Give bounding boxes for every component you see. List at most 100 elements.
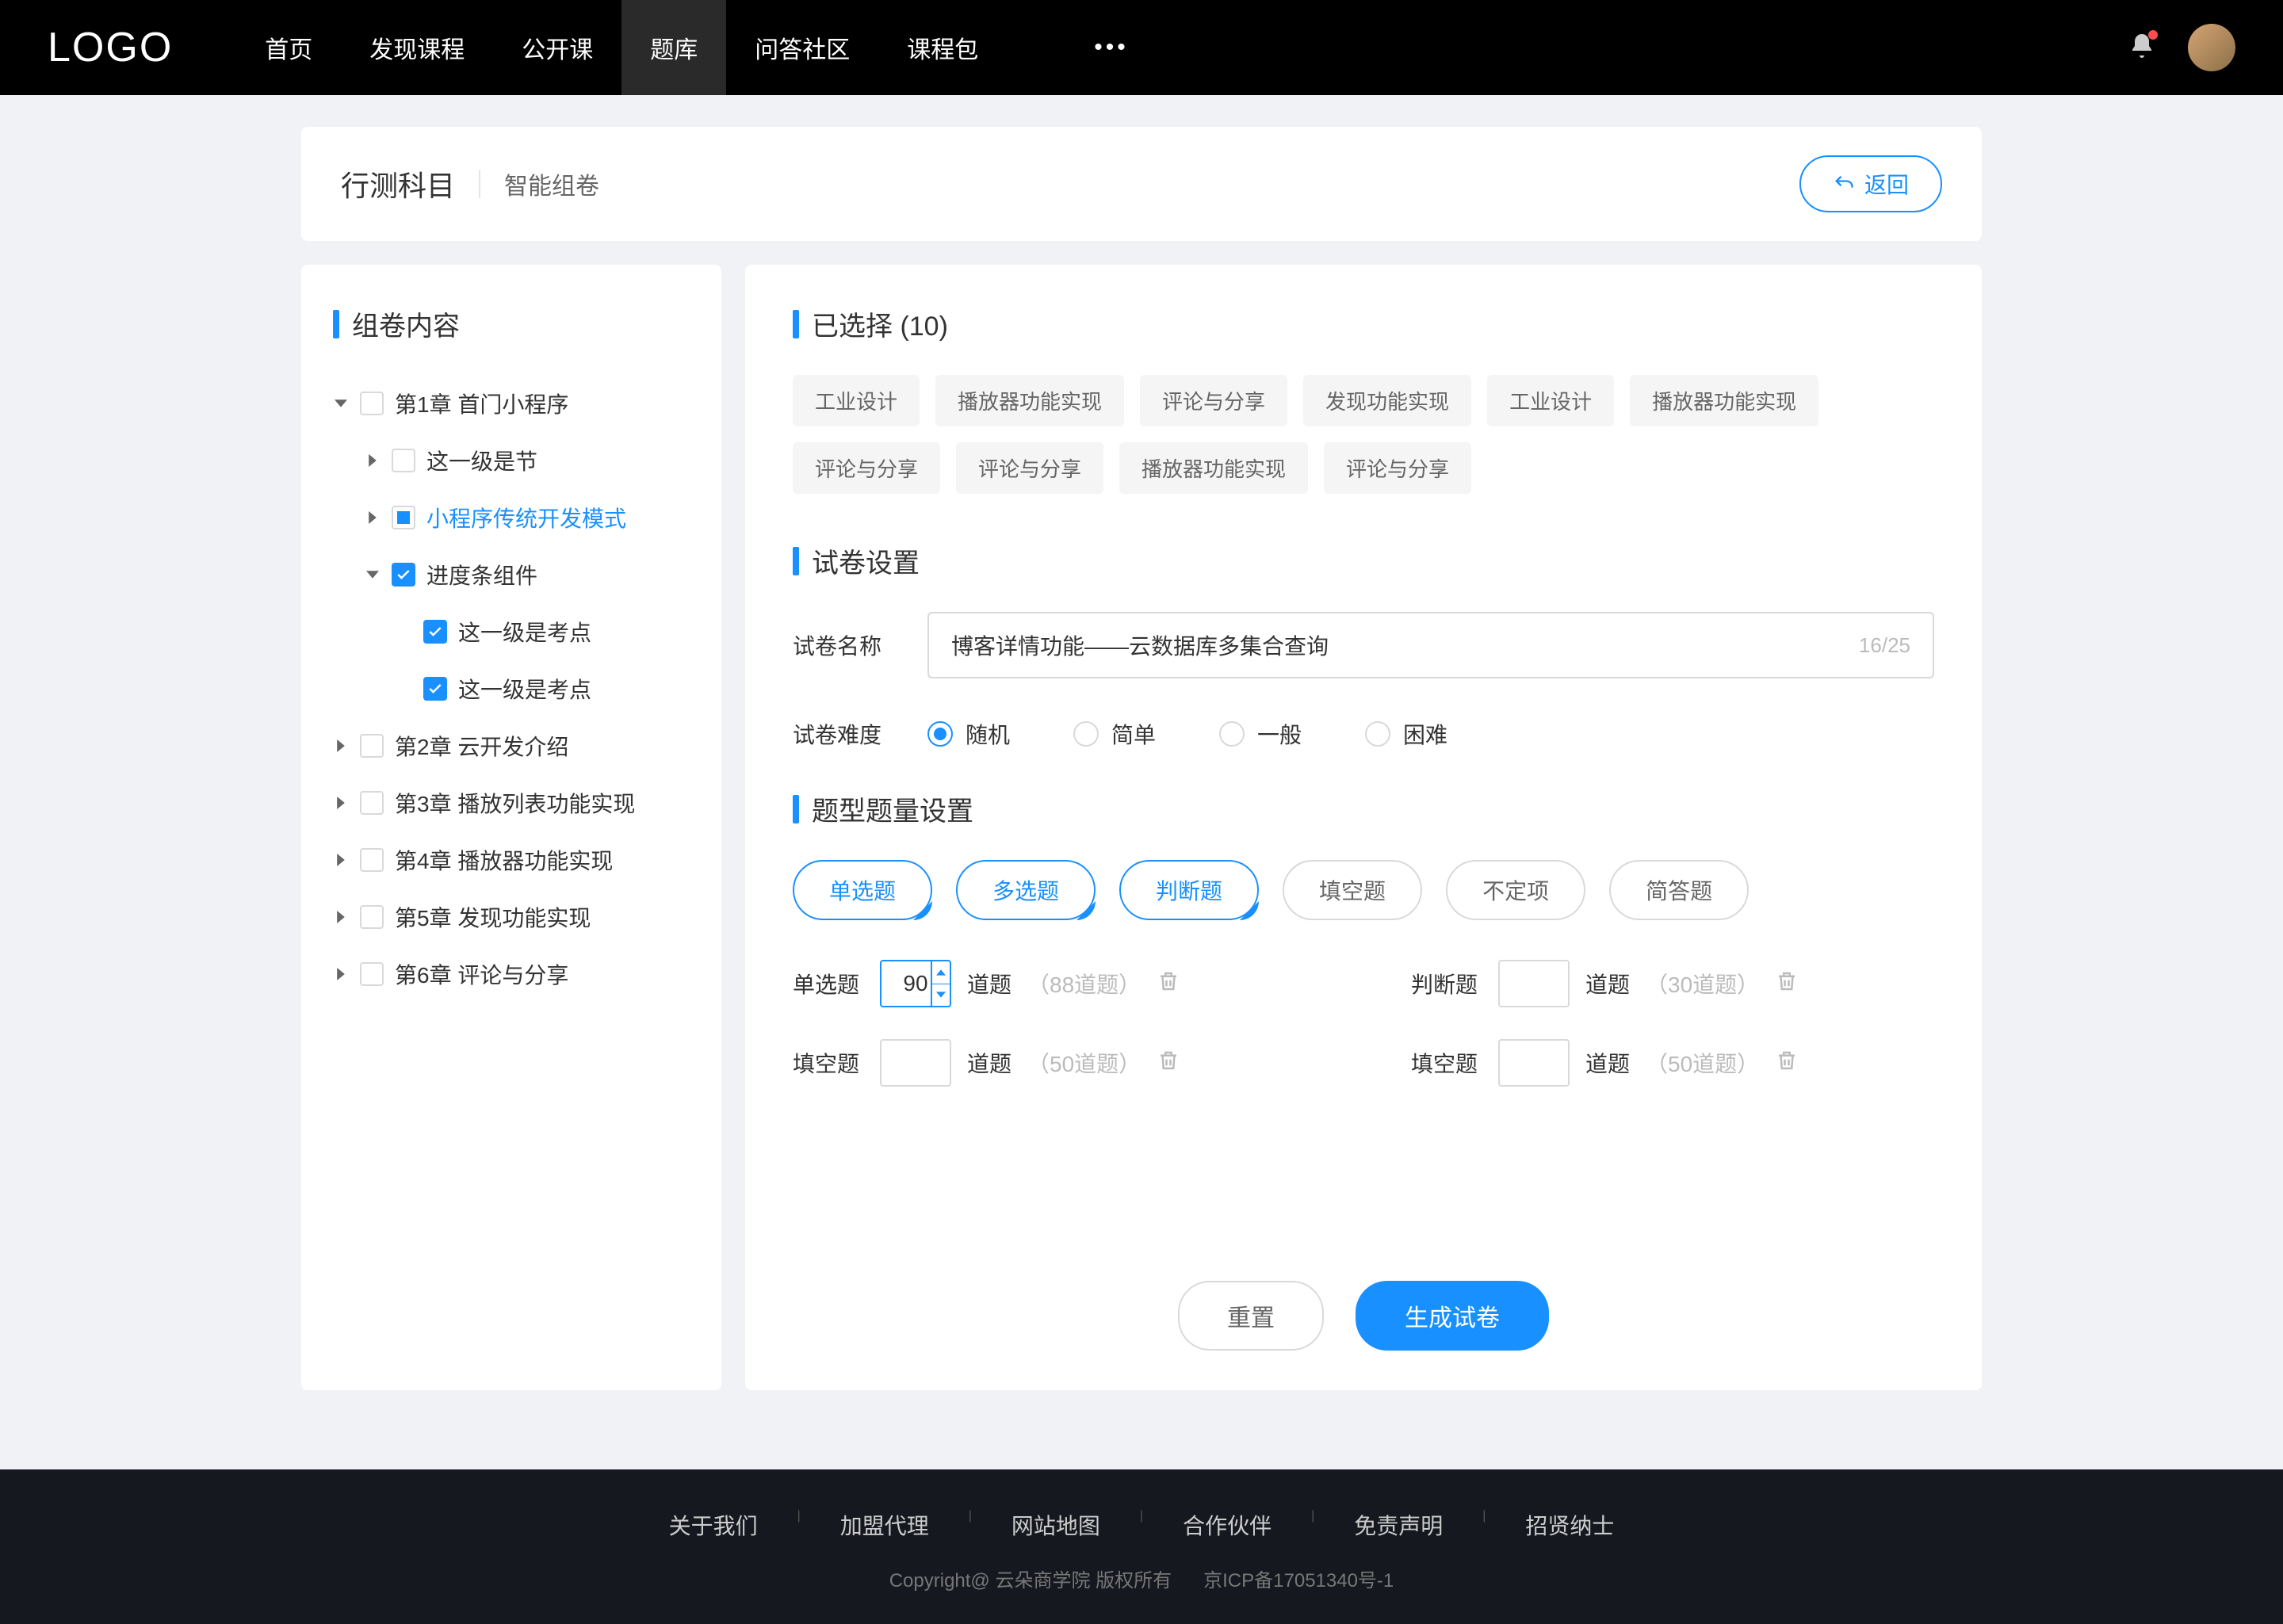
reset-button[interactable]: 重置 bbox=[1178, 1281, 1324, 1351]
checkbox[interactable] bbox=[392, 506, 415, 529]
checkbox[interactable] bbox=[392, 563, 415, 587]
checkbox[interactable] bbox=[360, 848, 384, 872]
layout: 组卷内容 第1章 首门小程序这一级是节小程序传统开发模式进度条组件这一级是考点这… bbox=[301, 265, 1982, 1390]
paper-name-input[interactable]: 博客详情功能——云数据库多集合查询 16/25 bbox=[927, 612, 1934, 678]
nav-item[interactable]: 题库 bbox=[621, 0, 726, 95]
selected-tag[interactable]: 播放器功能实现 bbox=[1630, 375, 1818, 426]
qty-input[interactable] bbox=[1498, 960, 1570, 1007]
caret-right-icon[interactable] bbox=[333, 738, 349, 754]
type-pill[interactable]: 简答题 bbox=[1609, 860, 1749, 920]
checkbox[interactable] bbox=[360, 392, 384, 415]
footer-link[interactable]: 合作伙伴 bbox=[1143, 1509, 1311, 1541]
footer-link[interactable]: 加盟代理 bbox=[801, 1509, 969, 1541]
sidebar-title-text: 组卷内容 bbox=[352, 304, 460, 343]
logo[interactable]: LOGO bbox=[48, 24, 173, 71]
selected-tag[interactable]: 播放器功能实现 bbox=[935, 375, 1124, 426]
caret-down-icon[interactable] bbox=[333, 395, 349, 411]
tree-label: 进度条组件 bbox=[426, 559, 537, 590]
tree-node[interactable]: 第3章 播放列表功能实现 bbox=[333, 774, 690, 831]
footer-link[interactable]: 关于我们 bbox=[629, 1509, 797, 1541]
footer-link[interactable]: 免责声明 bbox=[1314, 1509, 1482, 1541]
tree-node[interactable]: 第5章 发现功能实现 bbox=[333, 888, 690, 946]
back-button[interactable]: 返回 bbox=[1799, 155, 1942, 212]
checkbox[interactable] bbox=[360, 905, 384, 929]
checkbox[interactable] bbox=[423, 677, 447, 701]
caret-down-icon[interactable] bbox=[365, 567, 380, 583]
generate-button[interactable]: 生成试卷 bbox=[1356, 1281, 1549, 1351]
selected-tag[interactable]: 评论与分享 bbox=[956, 442, 1103, 494]
nav-item[interactable]: 课程包 bbox=[878, 0, 1007, 95]
caret-right-icon[interactable] bbox=[333, 909, 349, 925]
avatar[interactable] bbox=[2188, 24, 2235, 71]
qty-input[interactable]: 90 bbox=[880, 960, 951, 1007]
selected-tag[interactable]: 播放器功能实现 bbox=[1119, 442, 1308, 494]
radio-icon bbox=[1365, 721, 1390, 747]
selected-tag[interactable]: 评论与分享 bbox=[1140, 375, 1287, 426]
header-left: LOGO 首页发现课程公开课题库问答社区课程包 ••• bbox=[48, 0, 1153, 95]
checkbox[interactable] bbox=[392, 449, 415, 472]
tree-label: 第6章 评论与分享 bbox=[395, 958, 568, 990]
caret-right-icon[interactable] bbox=[333, 966, 349, 982]
tree-label: 这一级是考点 bbox=[458, 673, 591, 705]
difficulty-radio-group: 随机 简单 一般 困难 bbox=[927, 718, 1447, 750]
footer-link[interactable]: 招贤纳士 bbox=[1486, 1509, 1654, 1541]
qty-input[interactable] bbox=[1498, 1039, 1570, 1087]
qty-label: 单选题 bbox=[793, 968, 864, 999]
delete-icon[interactable] bbox=[1157, 1049, 1180, 1078]
checkbox[interactable] bbox=[360, 791, 384, 815]
caret-right-icon[interactable] bbox=[333, 852, 349, 868]
section-bar-icon bbox=[793, 547, 799, 575]
tree-node[interactable]: 这一级是考点 bbox=[396, 603, 690, 660]
selected-tag[interactable]: 评论与分享 bbox=[1324, 442, 1471, 494]
tree-node[interactable]: 这一级是考点 bbox=[396, 660, 690, 717]
delete-icon[interactable] bbox=[1157, 969, 1180, 999]
tree-node[interactable]: 小程序传统开发模式 bbox=[365, 489, 690, 546]
nav: 首页发现课程公开课题库问答社区课程包 bbox=[236, 0, 1007, 95]
caret-right-icon[interactable] bbox=[365, 510, 380, 525]
container: 行测科目 智能组卷 返回 组卷内容 第1章 首门小程序这一级是节小程序传统开发模… bbox=[190, 95, 2093, 1422]
stepper-icon[interactable] bbox=[931, 961, 950, 1006]
footer-link[interactable]: 网站地图 bbox=[972, 1509, 1140, 1541]
qty-unit: 道题 bbox=[1585, 1047, 1630, 1079]
checkbox[interactable] bbox=[423, 620, 447, 644]
type-pill[interactable]: 多选题 bbox=[956, 860, 1096, 920]
difficulty-option[interactable]: 随机 bbox=[927, 718, 1010, 750]
selected-tag[interactable]: 评论与分享 bbox=[793, 442, 940, 494]
back-label: 返回 bbox=[1864, 168, 1909, 200]
tree-node[interactable]: 第6章 评论与分享 bbox=[333, 946, 690, 1003]
caret-right-icon[interactable] bbox=[365, 453, 380, 468]
difficulty-option[interactable]: 简单 bbox=[1073, 718, 1156, 750]
selected-tag[interactable]: 工业设计 bbox=[793, 375, 920, 426]
nav-item[interactable]: 发现课程 bbox=[341, 0, 493, 95]
selected-tag[interactable]: 工业设计 bbox=[1487, 375, 1614, 426]
caret-right-icon[interactable] bbox=[333, 795, 349, 811]
type-pill[interactable]: 判断题 bbox=[1119, 860, 1259, 920]
selected-tags: 工业设计播放器功能实现评论与分享发现功能实现工业设计播放器功能实现评论与分享评论… bbox=[793, 375, 1934, 494]
type-pill[interactable]: 填空题 bbox=[1283, 860, 1422, 920]
quantity-row: 填空题道题（50道题） bbox=[793, 1039, 1316, 1087]
tree-node[interactable]: 第1章 首门小程序 bbox=[333, 375, 690, 432]
tree-node[interactable]: 第2章 云开发介绍 bbox=[333, 717, 690, 774]
nav-item[interactable]: 首页 bbox=[236, 0, 341, 95]
delete-icon[interactable] bbox=[1775, 1049, 1799, 1078]
nav-more-icon[interactable]: ••• bbox=[1070, 34, 1153, 61]
checkbox[interactable] bbox=[360, 962, 384, 986]
tree-node[interactable]: 第4章 播放器功能实现 bbox=[333, 831, 690, 888]
selected-tag[interactable]: 发现功能实现 bbox=[1303, 375, 1471, 426]
main-panel: 已选择 (10) 工业设计播放器功能实现评论与分享发现功能实现工业设计播放器功能… bbox=[745, 265, 1982, 1390]
tree-node[interactable]: 进度条组件 bbox=[365, 546, 690, 603]
nav-item[interactable]: 问答社区 bbox=[726, 0, 878, 95]
delete-icon[interactable] bbox=[1775, 969, 1799, 999]
checkbox[interactable] bbox=[360, 734, 384, 758]
difficulty-option[interactable]: 一般 bbox=[1219, 718, 1302, 750]
type-pill[interactable]: 不定项 bbox=[1446, 860, 1585, 920]
type-pill[interactable]: 单选题 bbox=[793, 860, 932, 920]
paper-settings-title: 试卷设置 bbox=[793, 541, 1934, 580]
difficulty-option[interactable]: 困难 bbox=[1365, 718, 1447, 750]
tree-node[interactable]: 这一级是节 bbox=[365, 432, 690, 489]
type-settings-title-text: 题型题量设置 bbox=[812, 789, 973, 828]
nav-item[interactable]: 公开课 bbox=[493, 0, 621, 95]
difficulty-row: 试卷难度 随机简单一般困难 bbox=[793, 718, 1934, 750]
qty-input[interactable] bbox=[880, 1039, 951, 1087]
bell-icon[interactable] bbox=[2128, 32, 2156, 64]
